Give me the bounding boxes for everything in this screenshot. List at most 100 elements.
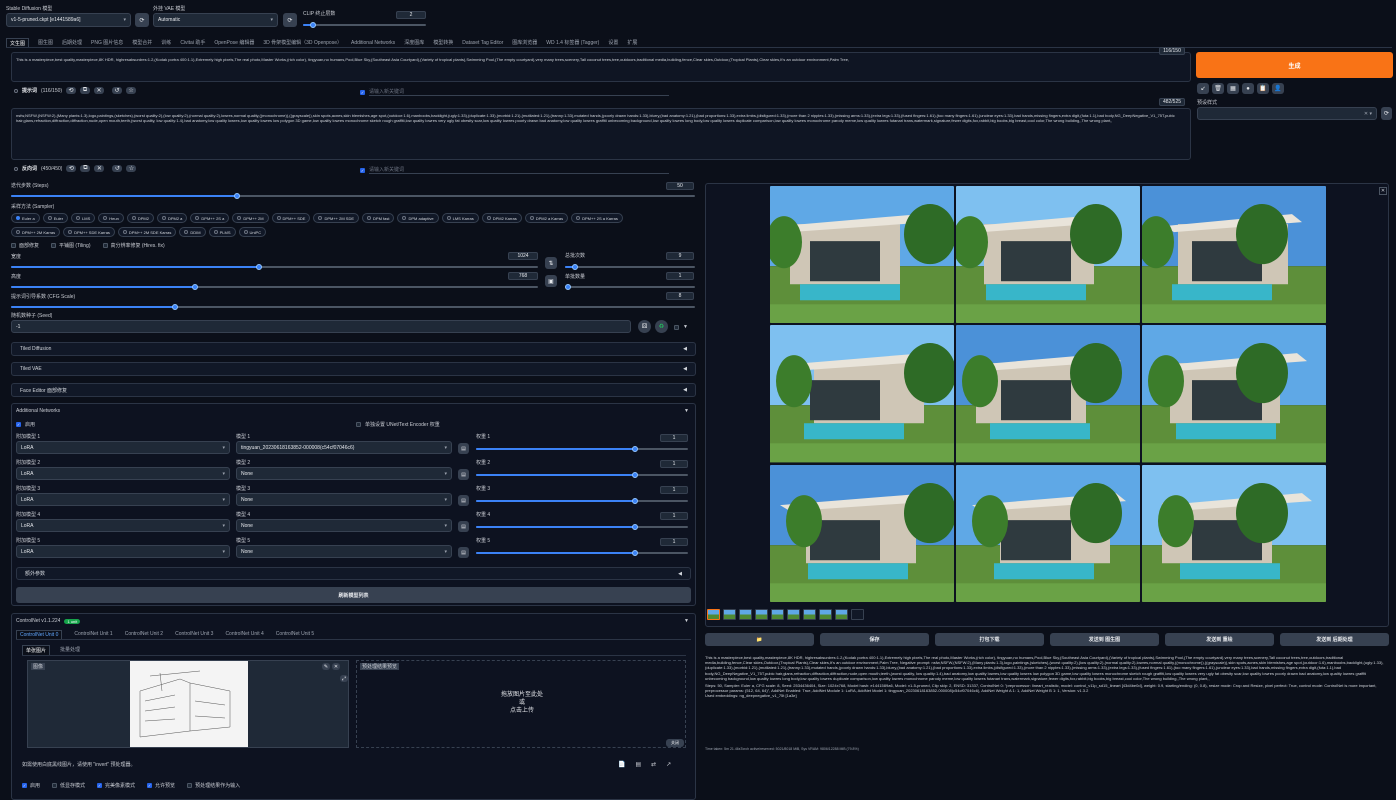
controlnet-unit-tab-4[interactable]: ControlNet Unit 4 (225, 631, 263, 637)
collapse-icon[interactable] (14, 166, 18, 171)
vae-select[interactable]: Automatic ▾ (153, 13, 278, 27)
addnet-type-select[interactable]: LoRA ▾ (16, 467, 230, 480)
sampler-option[interactable]: Euler a (11, 213, 40, 223)
cfg-slider[interactable] (11, 304, 695, 310)
output-image[interactable] (956, 464, 1140, 602)
gallery-thumbnail[interactable] (835, 609, 848, 620)
addnet-weight-value[interactable]: 1 (660, 538, 688, 546)
sampler-option[interactable]: DPM++ SDE (271, 213, 311, 223)
slider-knob[interactable] (309, 22, 316, 28)
tab-4[interactable]: 模型合并 (132, 39, 152, 46)
accordion-extra-params[interactable]: 额外参数 ◀ (16, 567, 691, 580)
checkbox-icon[interactable] (102, 243, 108, 248)
checkbox-icon[interactable]: ✓ (360, 89, 365, 95)
controlnet-image-area[interactable]: 图像 ✎ ✕ ⤢ (27, 660, 349, 748)
copy-icon[interactable]: ⧉ (80, 165, 91, 172)
tab-15[interactable]: 设置 (608, 39, 618, 46)
checkbox-icon[interactable] (674, 324, 679, 330)
swap-icon[interactable]: ⇄ (651, 761, 656, 768)
slider-knob[interactable] (172, 304, 179, 310)
tab-14[interactable]: WD 1.4 标签器 (Tagger) (546, 39, 599, 46)
controlnet-check-1[interactable]: 低显存模式 (52, 782, 85, 789)
radio-icon[interactable] (122, 230, 127, 234)
favorite-icon[interactable]: ☆ (126, 87, 137, 94)
addnet-weight-slider[interactable] (476, 550, 688, 556)
radio-icon[interactable] (213, 230, 218, 234)
controlnet-check-3[interactable]: ✓ 允许预览 (147, 782, 175, 789)
checkbox-icon[interactable] (52, 783, 58, 788)
gallery-thumbnail[interactable] (803, 609, 816, 620)
generate-button[interactable]: 生成 (1196, 52, 1393, 78)
controlnet-check-2[interactable]: ✓ 完美像素模式 (97, 782, 135, 789)
slider-knob[interactable] (632, 472, 638, 478)
close-icon[interactable]: ✕ (332, 663, 340, 670)
output-grid[interactable] (769, 185, 1327, 603)
style-select[interactable]: ✕ ▾ (1197, 107, 1377, 120)
addnet-weight-value[interactable]: 1 (660, 460, 688, 468)
checkbox-icon[interactable] (356, 422, 361, 427)
file-icon[interactable]: ▤ (458, 443, 469, 454)
height-value[interactable]: 768 (508, 272, 538, 280)
slider-knob[interactable] (632, 498, 638, 504)
width-value[interactable]: 1024 (508, 252, 538, 260)
refresh-icon[interactable]: ⟳ (135, 13, 149, 27)
controlnet-check-4[interactable]: 预处理结果作为输入 (187, 782, 240, 789)
accordion-tiled-vae[interactable]: Tiled VAE ◀ (11, 362, 696, 376)
addnet-type-select[interactable]: LoRA ▾ (16, 493, 230, 506)
addnet-weight-slider[interactable] (476, 524, 688, 530)
steps-slider[interactable] (11, 193, 695, 199)
addnet-weight-slider[interactable] (476, 446, 688, 452)
batch-count-slider[interactable] (565, 264, 695, 270)
negative-keyword-input[interactable]: 请输入新关键词 (369, 166, 669, 174)
checkbox-icon[interactable]: ✓ (16, 422, 21, 427)
refresh-icon[interactable]: ⟳ (1381, 107, 1392, 120)
output-image[interactable] (770, 325, 954, 463)
sampler-option[interactable]: LMS Karras (441, 213, 479, 223)
output-image[interactable] (1142, 325, 1326, 463)
tab-5[interactable]: 训练 (161, 39, 171, 46)
radio-icon[interactable] (184, 230, 189, 234)
addnet-model-select[interactable]: None ▾ (236, 545, 452, 558)
clip-value[interactable]: 2 (396, 11, 426, 19)
tab-1[interactable]: 图生图 (38, 39, 53, 46)
chevron-down-icon[interactable]: ▼ (684, 408, 689, 414)
radio-icon[interactable] (402, 216, 407, 220)
tab-2[interactable]: 后期处理 (62, 39, 82, 46)
slider-knob[interactable] (632, 446, 638, 452)
gallery-thumbnail[interactable] (707, 609, 720, 620)
close-preview-button[interactable]: 关闭 (666, 739, 684, 747)
output-image[interactable] (770, 464, 954, 602)
controlnet-unit-tab-0[interactable]: ControlNet Unit 0 (16, 629, 63, 639)
output-image[interactable] (1142, 464, 1326, 602)
chevron-down-icon[interactable]: ▼ (683, 324, 688, 330)
file-icon[interactable]: ▤ (458, 521, 469, 532)
slider-knob[interactable] (632, 524, 638, 530)
sampler-option[interactable]: DPM adaptive (397, 213, 439, 223)
tab-10[interactable]: 深度图库 (404, 39, 424, 46)
accordion-tiled-diffusion[interactable]: Tiled Diffusion ◀ (11, 342, 696, 356)
sampler-option[interactable]: DPM2 a Karras (524, 213, 569, 223)
file-icon[interactable]: ▤ (458, 547, 469, 558)
recycle-icon[interactable]: ♻ (655, 320, 668, 333)
radio-icon[interactable] (486, 216, 491, 220)
controlnet-unit-tab-2[interactable]: ControlNet Unit 2 (125, 631, 163, 637)
sampler-option[interactable]: Heun (98, 213, 124, 223)
checkpoint-select[interactable]: v1-5-pruned.ckpt [e1441589a6] ▾ (6, 13, 131, 27)
radio-icon[interactable] (529, 216, 534, 220)
radio-icon[interactable] (367, 216, 372, 220)
addnet-weight-value[interactable]: 1 (660, 486, 688, 494)
controlnet-subtab-0[interactable]: 单张图片 (22, 644, 51, 655)
slider-knob[interactable] (572, 264, 579, 270)
tool-icon-4[interactable]: 📋 (1257, 83, 1269, 94)
favorite-icon[interactable]: ☆ (126, 165, 137, 172)
gallery-thumbnail[interactable] (755, 609, 768, 620)
gallery-action-5[interactable]: 发送到 后期处理 (1280, 633, 1389, 646)
slider-knob[interactable] (192, 284, 199, 290)
tool-icon-2[interactable]: ▦ (1227, 83, 1239, 94)
option-2[interactable]: 高分辨率修复 (Hires. fix) (102, 242, 165, 249)
lock-icon[interactable]: ▣ (545, 275, 557, 287)
radio-icon[interactable] (16, 216, 20, 220)
tool-icon-0[interactable]: ↙ (1197, 83, 1209, 94)
slider-knob[interactable] (255, 264, 262, 270)
output-image[interactable] (770, 186, 954, 324)
